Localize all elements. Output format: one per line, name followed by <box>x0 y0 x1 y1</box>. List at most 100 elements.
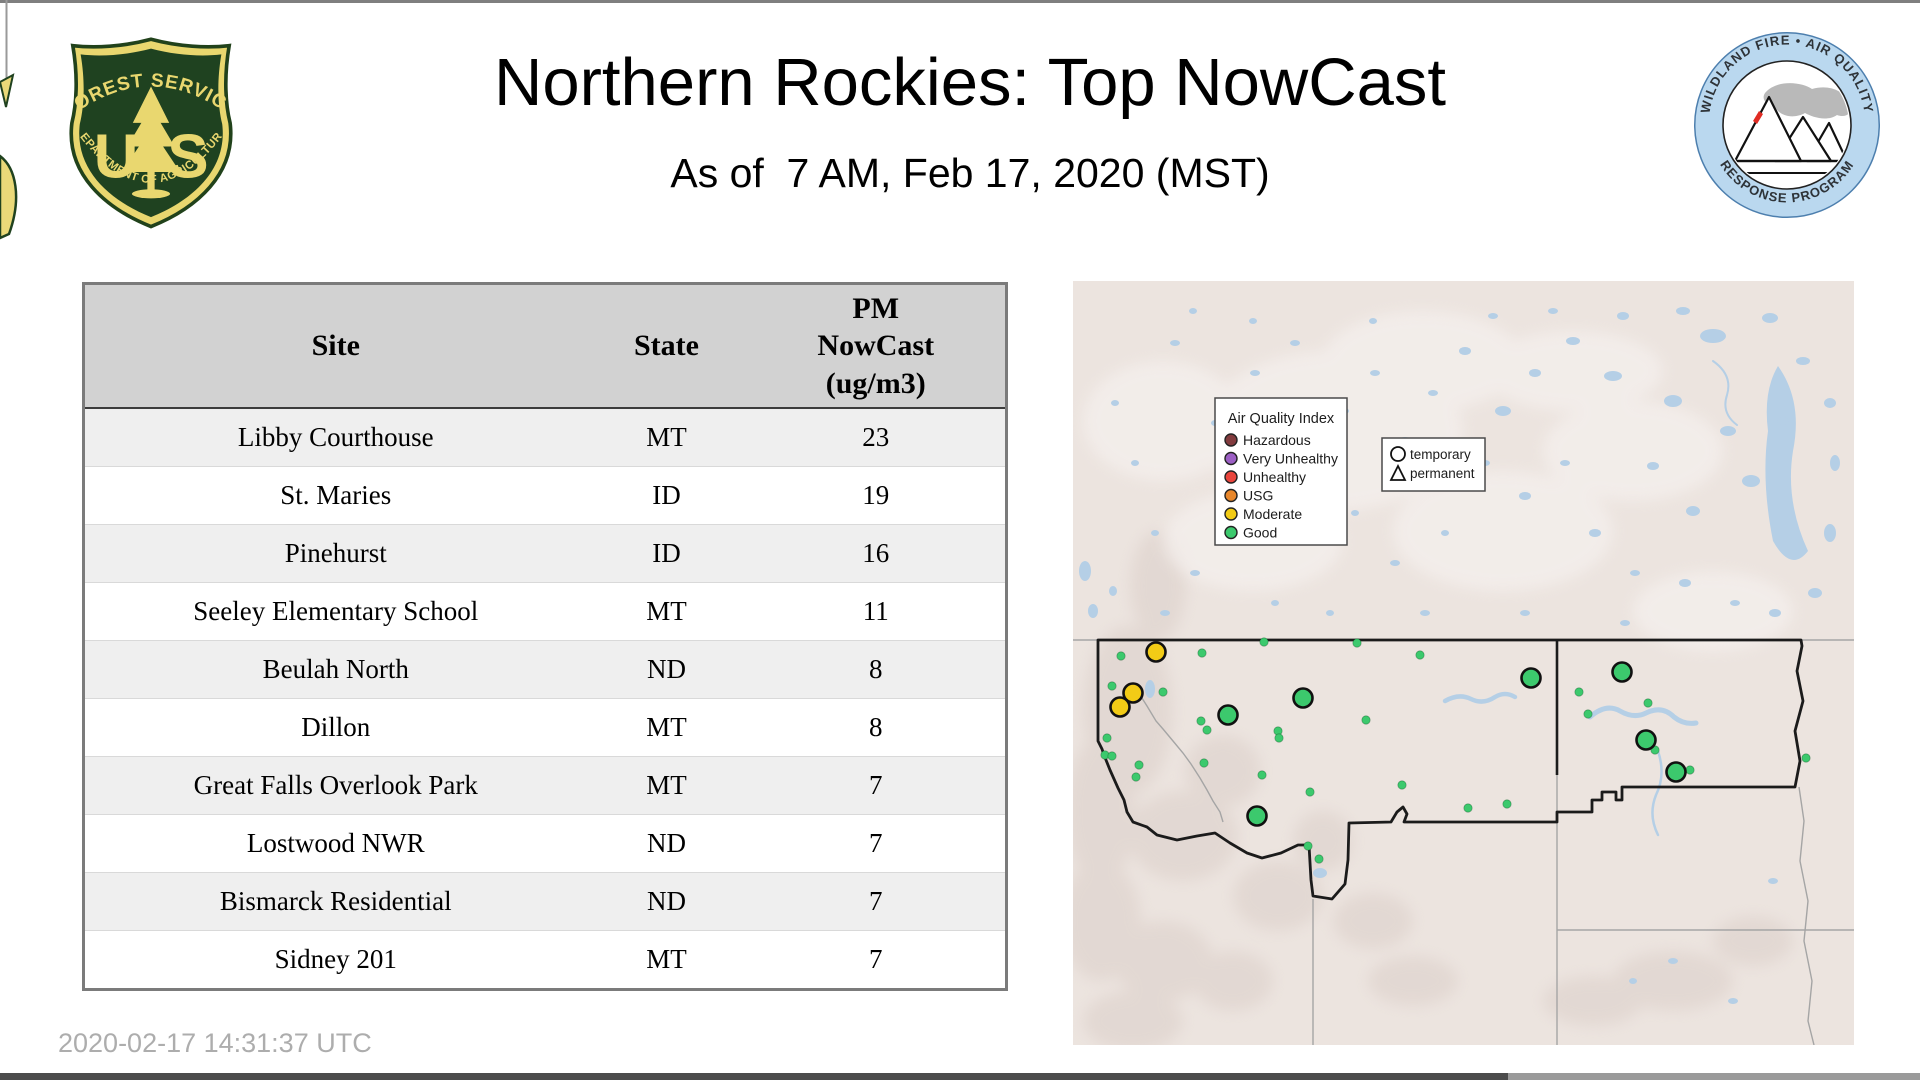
value-cell: 19 <box>862 480 890 510</box>
state-cell: ID <box>652 538 681 568</box>
monitor-dot-good <box>1502 799 1512 809</box>
monitor-dot-good <box>1463 803 1473 813</box>
state-cell: ND <box>647 886 686 916</box>
aqi-swatch-very-unhealthy <box>1224 451 1238 466</box>
state-cell: MT <box>646 422 687 452</box>
state-cell: MT <box>646 770 687 800</box>
logo-fragment-icon <box>0 154 18 240</box>
monitor-dot-good <box>1202 725 1212 735</box>
monitor-dot-good <box>1314 854 1324 864</box>
state-cell: ID <box>652 480 681 510</box>
col-header-state: State <box>586 283 747 409</box>
col-header-site: Site <box>83 283 587 409</box>
aqi-swatch-usg <box>1224 488 1238 503</box>
aqi-label: Moderate <box>1243 506 1302 522</box>
monitor-dot-good <box>1574 687 1584 697</box>
value-cell: 7 <box>869 770 883 800</box>
monitor-map: Air Quality Index Hazardous Very Unhealth… <box>1061 281 1854 1051</box>
value-cell: 23 <box>862 422 890 452</box>
aqi-label: Unhealthy <box>1243 469 1306 485</box>
table-row: Bismarck Residential ND 7 <box>83 872 1007 931</box>
monitor-dot-good <box>1134 760 1144 770</box>
site-cell: Pinehurst <box>284 538 387 568</box>
monitor-dot-good <box>1158 687 1168 697</box>
monitor-dot-good <box>1259 637 1269 647</box>
table-row: Beulah North ND 8 <box>83 640 1007 699</box>
aqi-label: Good <box>1243 525 1277 541</box>
value-cell: 8 <box>869 712 883 742</box>
generated-timestamp: 2020-02-17 14:31:37 UTC <box>58 1028 372 1058</box>
monitor-dot-good <box>1415 650 1425 660</box>
aqi-label: Very Unhealthy <box>1243 451 1338 467</box>
col-header-pm-nowcast: PM NowCast (ug/m3) <box>746 283 1007 409</box>
monitor-dot-good <box>1801 753 1811 763</box>
site-cell: St. Maries <box>280 480 392 510</box>
logo-fragment-icon <box>0 73 15 108</box>
temporary-label: temporary <box>1410 447 1471 462</box>
monitor-dot-good <box>1643 698 1653 708</box>
page-subtitle: As of 7 AM, Feb 17, 2020 (MST) <box>670 150 1270 197</box>
table-row: Great Falls Overlook Park MT 7 <box>83 756 1007 815</box>
forest-service-logo: FOREST SERVICE U S DEPARTMENT OF AGRICUL… <box>60 32 233 229</box>
site-cell: Great Falls Overlook Park <box>193 770 478 800</box>
monitor-dot-good <box>1361 715 1371 725</box>
table-row: Pinehurst ID 16 <box>83 524 1007 583</box>
site-cell: Beulah North <box>262 654 409 684</box>
aqi-label: Hazardous <box>1243 432 1311 448</box>
state-cell: MT <box>646 944 687 974</box>
value-cell: 8 <box>869 654 883 684</box>
monitor-circle-good <box>1635 729 1657 751</box>
value-cell: 7 <box>869 886 883 916</box>
table-row: Dillon MT 8 <box>83 698 1007 757</box>
monitor-circle-moderate <box>1109 696 1131 718</box>
monitor-dot-good <box>1107 681 1117 691</box>
monitor-type-legend: temporary permanent <box>1381 437 1486 492</box>
slide-bottom-bar <box>0 1073 1508 1080</box>
monitor-dot-good <box>1197 648 1207 658</box>
aqi-label: USG <box>1243 488 1273 504</box>
aqi-swatch-unhealthy <box>1224 470 1238 484</box>
aqi-swatch-moderate <box>1224 507 1238 521</box>
value-cell: 16 <box>862 538 890 568</box>
table-body: Libby Courthouse MT 23 St. Maries ID 19 Pinehu… <box>83 408 1007 990</box>
temporary-marker-icon <box>1390 446 1406 462</box>
state-cell: ND <box>647 654 686 684</box>
nowcast-table: Site State PM NowCast (ug/m3) Libby Cour… <box>82 282 1008 991</box>
state-cell: MT <box>646 712 687 742</box>
aqi-legend: Air Quality Index Hazardous Very Unhealth… <box>1214 397 1348 546</box>
monitor-dot-good <box>1257 770 1267 780</box>
site-cell: Sidney 201 <box>274 944 397 974</box>
value-cell: 11 <box>862 596 889 626</box>
monitor-dot-good <box>1116 651 1126 661</box>
left-edge-artifacts <box>0 0 18 240</box>
monitor-circle-moderate <box>1145 641 1167 663</box>
value-cell: 7 <box>869 828 883 858</box>
monitor-dot-good <box>1102 733 1112 743</box>
table-row: St. Maries ID 19 <box>83 466 1007 525</box>
monitor-circle-good <box>1520 667 1542 689</box>
monitor-dot-good <box>1305 787 1315 797</box>
wfaqrp-badge-logo: WILDLAND FIRE • AIR QUALITY RESPONSE PRO… <box>1694 32 1880 218</box>
monitor-dot-good <box>1303 841 1313 851</box>
monitor-circle-good <box>1292 687 1314 709</box>
site-cell: Bismarck Residential <box>219 886 452 916</box>
table-row: Lostwood NWR ND 7 <box>83 814 1007 873</box>
monitor-circle-good <box>1246 805 1268 827</box>
aqi-swatch-hazardous <box>1224 433 1238 447</box>
monitor-dot-good <box>1397 780 1407 790</box>
aqi-swatch-good <box>1224 525 1238 540</box>
monitor-dot-good <box>1583 709 1593 719</box>
monitor-dot-good <box>1352 638 1362 648</box>
monitor-dot-good <box>1196 716 1206 726</box>
table-row: Libby Courthouse MT 23 <box>83 408 1007 467</box>
monitor-dot-good <box>1685 765 1695 775</box>
title-block: Northern Rockies: Top NowCast As of 7 AM… <box>340 0 1600 197</box>
site-cell: Libby Courthouse <box>237 422 434 452</box>
state-cell: MT <box>646 596 687 626</box>
site-cell: Dillon <box>301 712 371 742</box>
table-row: Sidney 201 MT 7 <box>83 930 1007 990</box>
value-cell: 7 <box>869 944 883 974</box>
monitor-circle-good <box>1611 661 1633 683</box>
table-header-row: Site State PM NowCast (ug/m3) <box>83 283 1007 409</box>
monitor-dot-good <box>1274 733 1284 743</box>
